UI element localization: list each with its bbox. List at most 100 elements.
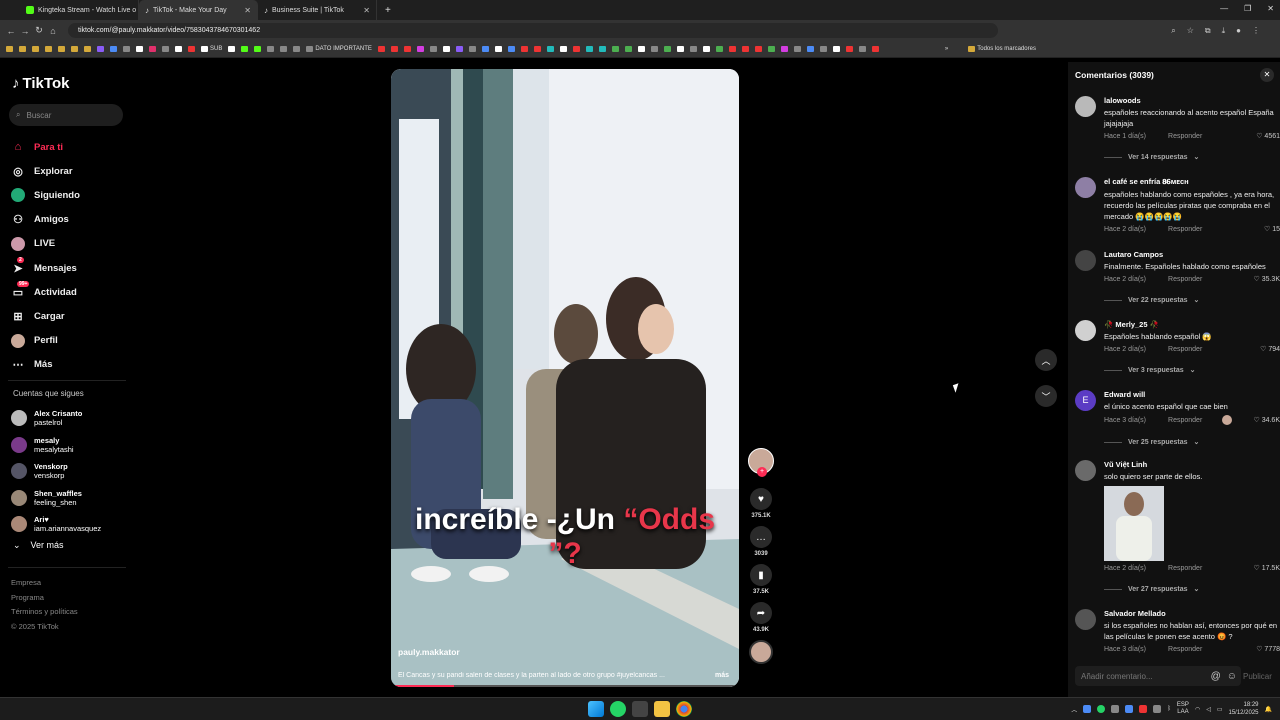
save-button[interactable]: ▮ 37.5K <box>750 564 772 595</box>
bookmark-item[interactable] <box>416 46 424 52</box>
author-avatar[interactable]: + <box>748 448 774 477</box>
bookmark-item[interactable] <box>293 46 301 52</box>
bookmark-item[interactable] <box>845 46 853 52</box>
reply-button[interactable]: Responder <box>1168 646 1202 653</box>
mention-icon[interactable]: @ <box>1211 671 1221 682</box>
comment-button[interactable]: … 3039 <box>750 526 772 557</box>
bookmark-item[interactable] <box>585 46 593 52</box>
bookmark-item[interactable] <box>871 46 879 52</box>
file-explorer-icon[interactable] <box>654 701 670 717</box>
video-author[interactable]: pauly.makkator <box>398 647 460 657</box>
comment-user[interactable]: 🥀 Merly_25 🥀 <box>1104 320 1280 329</box>
comment-user[interactable]: lalowoods <box>1104 96 1280 105</box>
browser-tab-kingteka[interactable]: Kingteka Stream - Watch Live o ✕ <box>20 0 139 20</box>
comment-like-button[interactable]: ♡ 34.6K <box>1253 416 1280 424</box>
bookmark-item[interactable] <box>520 46 528 52</box>
bookmark-item[interactable] <box>559 46 567 52</box>
nav-live[interactable]: LIVE <box>11 232 80 256</box>
publish-button[interactable]: Publicar <box>1243 672 1272 681</box>
comment-user[interactable]: Vũ Việt Linh <box>1104 460 1280 469</box>
bookmarks-overflow-icon[interactable]: » <box>945 46 948 52</box>
bookmark-item[interactable] <box>689 46 697 52</box>
tray-chevron-icon[interactable]: ︿ <box>1071 705 1077 714</box>
tray-app-icon[interactable] <box>1125 705 1134 713</box>
bookmark-item[interactable] <box>624 46 632 52</box>
zoom-icon[interactable]: ⌕ <box>1171 26 1175 36</box>
comment-image[interactable] <box>1104 486 1164 561</box>
bookmark-item[interactable] <box>702 46 710 52</box>
like-button[interactable]: ♥ 375.1K <box>750 488 772 519</box>
comment-like-button[interactable]: ♡ 17.5K <box>1253 564 1280 572</box>
close-tab-icon[interactable]: ✕ <box>244 6 251 15</box>
bookmark-item[interactable] <box>663 46 671 52</box>
footer-link-programa[interactable]: Programa <box>11 591 78 606</box>
bookmark-item[interactable] <box>533 46 541 52</box>
bookmark-item[interactable] <box>611 46 619 52</box>
forward-icon[interactable]: → <box>18 26 32 36</box>
clock[interactable]: 18:29 15/12/2025 <box>1228 701 1258 717</box>
avatar[interactable] <box>1075 460 1096 481</box>
notifications-icon[interactable]: 🔔 <box>1265 706 1272 713</box>
bookmark-item[interactable] <box>598 46 606 52</box>
bookmark-item[interactable] <box>19 46 26 52</box>
tray-app-icon[interactable] <box>1139 705 1148 713</box>
comment-like-button[interactable]: ♡ 7778 <box>1256 645 1280 653</box>
new-tab-icon[interactable]: + <box>385 5 391 16</box>
back-icon[interactable]: ← <box>4 26 18 36</box>
bookmark-item[interactable] <box>149 46 156 52</box>
avatar[interactable] <box>1075 250 1096 271</box>
bookmark-item[interactable] <box>858 46 866 52</box>
bookmark-item[interactable] <box>637 46 645 52</box>
home-browser-icon[interactable]: ⌂ <box>46 26 60 36</box>
bookmark-item[interactable] <box>84 46 91 52</box>
sound-avatar[interactable] <box>749 640 773 664</box>
bookmark-item[interactable] <box>819 46 827 52</box>
bookmark-item[interactable] <box>494 46 502 52</box>
bookmark-item[interactable] <box>481 46 489 52</box>
tray-app-icon[interactable] <box>1097 705 1106 713</box>
following-account[interactable]: Shen_waffles feeling_shen <box>11 485 101 512</box>
video-player[interactable]: increíble -¿Un “Odds”? pauly.makkator El… <box>391 69 739 687</box>
nav-mensajes[interactable]: ➤ 2 Mensajes <box>11 256 80 280</box>
bookmark-item[interactable] <box>123 46 130 52</box>
bookmark-item[interactable] <box>767 46 775 52</box>
following-account[interactable]: Alex Crisanto pastelrol <box>11 405 101 432</box>
nav-siguiendo[interactable]: Siguiendo <box>11 183 80 207</box>
bookmark-item[interactable] <box>390 46 398 52</box>
bookmark-item[interactable] <box>377 46 385 52</box>
bookmark-item[interactable] <box>806 46 814 52</box>
bookmark-item[interactable] <box>832 46 840 52</box>
reply-button[interactable]: Responder <box>1168 417 1202 424</box>
nav-amigos[interactable]: ⚇ Amigos <box>11 208 80 232</box>
comment-user[interactable]: el café se enfría 𝟖𝟔ᴍᴇᴄʜ <box>1104 177 1280 187</box>
nav-actividad[interactable]: ▭ 99+ Actividad <box>11 280 80 304</box>
extensions-icon[interactable]: ⧉ <box>1205 26 1211 36</box>
bookmark-item[interactable] <box>188 46 195 52</box>
bookmark-item[interactable] <box>228 46 236 52</box>
bookmark-item[interactable] <box>546 46 554 52</box>
previous-video-button[interactable]: ︿ <box>1035 349 1057 371</box>
bookmark-dato-importante[interactable]: DATO IMPORTANTE <box>306 46 372 52</box>
bookmark-item[interactable] <box>32 46 39 52</box>
browser-tab-tiktok[interactable]: ♪ TikTok - Make Your Day ✕ <box>139 0 258 20</box>
bookmark-item[interactable] <box>572 46 580 52</box>
bookmark-item[interactable] <box>241 46 249 52</box>
more-button[interactable]: más <box>715 672 729 679</box>
video-progress-bar[interactable] <box>391 685 739 687</box>
view-replies-button[interactable]: Ver 22 respuestas ⌄ <box>1104 296 1280 304</box>
emoji-icon[interactable]: ☺ <box>1227 671 1237 682</box>
view-replies-button[interactable]: Ver 3 respuestas ⌄ <box>1104 366 1280 374</box>
whatsapp-icon[interactable] <box>610 701 626 717</box>
reply-button[interactable]: Responder <box>1168 133 1202 140</box>
comment-like-button[interactable]: ♡ 35.3K <box>1253 275 1280 283</box>
bookmark-item[interactable] <box>429 46 437 52</box>
comment-like-button[interactable]: ♡ 794 <box>1260 345 1280 353</box>
reply-button[interactable]: Responder <box>1168 346 1202 353</box>
avatar[interactable]: E <box>1075 390 1096 411</box>
bookmark-item[interactable] <box>267 46 275 52</box>
following-account[interactable]: Venskorp venskorp <box>11 458 101 485</box>
bookmark-item[interactable] <box>754 46 762 52</box>
bookmark-item[interactable] <box>676 46 684 52</box>
bookmark-item[interactable] <box>45 46 52 52</box>
star-icon[interactable]: ☆ <box>1187 26 1194 36</box>
